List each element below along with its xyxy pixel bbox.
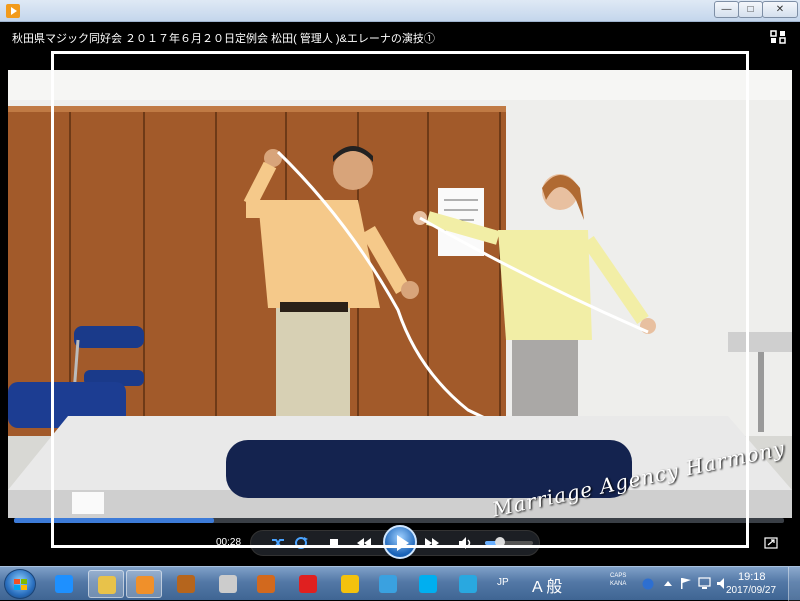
taskbar-app-4-button[interactable] <box>168 570 204 598</box>
chat-icon <box>459 575 477 593</box>
kana-label: KANA <box>610 581 627 587</box>
seek-progress <box>14 518 215 523</box>
shuffle-icon[interactable] <box>270 535 286 551</box>
clock-date[interactable]: 2017/09/27 <box>726 585 776 596</box>
windows-logo-icon <box>14 579 27 590</box>
window-titlebar[interactable]: — □ ✕ <box>0 0 800 22</box>
next-icon[interactable] <box>424 535 440 551</box>
ime-mode-indicator[interactable]: A 般 <box>532 573 562 597</box>
taskbar-app-5-button[interactable] <box>210 570 246 598</box>
taskbar-chat-button[interactable] <box>450 570 486 598</box>
network-flag-icon[interactable] <box>679 577 692 590</box>
app-5-icon <box>219 575 237 593</box>
maximize-button[interactable]: □ <box>738 1 763 18</box>
language-indicator[interactable]: JP <box>497 577 509 588</box>
taskbar-app-6-button[interactable] <box>248 570 284 598</box>
show-hidden-icons-icon[interactable] <box>662 578 674 590</box>
skype-icon <box>419 575 437 593</box>
system-tray: JP A 般 CAPS KANA 19:18 2017/09/27 <box>492 567 800 601</box>
file-explorer-icon <box>98 576 116 594</box>
start-button[interactable] <box>4 569 36 599</box>
taskbar-app-7-button[interactable] <box>290 570 326 598</box>
media-player-app-icon <box>6 4 20 18</box>
repeat-icon[interactable] <box>293 535 309 551</box>
player-controls: 00:28 <box>0 518 800 566</box>
minimize-button[interactable]: — <box>714 1 739 18</box>
volume-icon[interactable] <box>457 535 473 551</box>
previous-icon[interactable] <box>356 535 372 551</box>
show-desktop-button[interactable] <box>788 567 800 601</box>
app-4-icon <box>177 575 195 593</box>
taskbar-internet-explorer-button[interactable] <box>46 570 82 598</box>
volume-slider[interactable] <box>485 541 533 545</box>
media-player-icon <box>136 576 154 594</box>
taskbar-file-explorer-button[interactable] <box>88 570 124 598</box>
video-title-overlay: 秋田県マジック同好会 ２０１７年６月２０日定例会 松田( 管理人 )&エレーナの… <box>0 22 800 70</box>
taskbar-app-8-button[interactable] <box>332 570 368 598</box>
clock-time[interactable]: 19:18 <box>738 571 766 583</box>
close-button[interactable]: ✕ <box>762 1 798 18</box>
app-7-icon <box>299 575 317 593</box>
seek-bar[interactable] <box>14 518 784 523</box>
video-title: 秋田県マジック同好会 ２０１７年６月２０日定例会 松田( 管理人 )&エレーナの… <box>12 33 435 45</box>
stop-icon[interactable] <box>326 535 342 551</box>
app-6-icon <box>257 575 275 593</box>
taskbar-media-player-button[interactable] <box>126 570 162 598</box>
media-player-window: — □ ✕ 秋田県マジック同好会 ２０１７年６月２０日定例会 松田( 管理人 )… <box>0 0 800 566</box>
taskbar: JP A 般 CAPS KANA 19:18 2017/09/27 <box>0 566 800 601</box>
caps-label: CAPS <box>610 573 627 579</box>
paint-icon <box>379 575 397 593</box>
app-8-icon <box>341 575 359 593</box>
play-button[interactable] <box>383 525 417 559</box>
switch-to-library-icon[interactable] <box>770 30 786 44</box>
network-icon[interactable] <box>698 577 711 590</box>
caps-kana-indicator: CAPS KANA <box>610 572 626 588</box>
taskbar-paint-button[interactable] <box>370 570 406 598</box>
taskbar-skype-button[interactable] <box>410 570 446 598</box>
elapsed-time: 00:28 <box>216 537 242 548</box>
help-icon[interactable] <box>642 578 654 590</box>
fullscreen-icon[interactable] <box>764 537 778 549</box>
internet-explorer-icon <box>55 575 73 593</box>
volume-thumb[interactable] <box>495 537 505 547</box>
video-frame[interactable] <box>8 70 792 518</box>
